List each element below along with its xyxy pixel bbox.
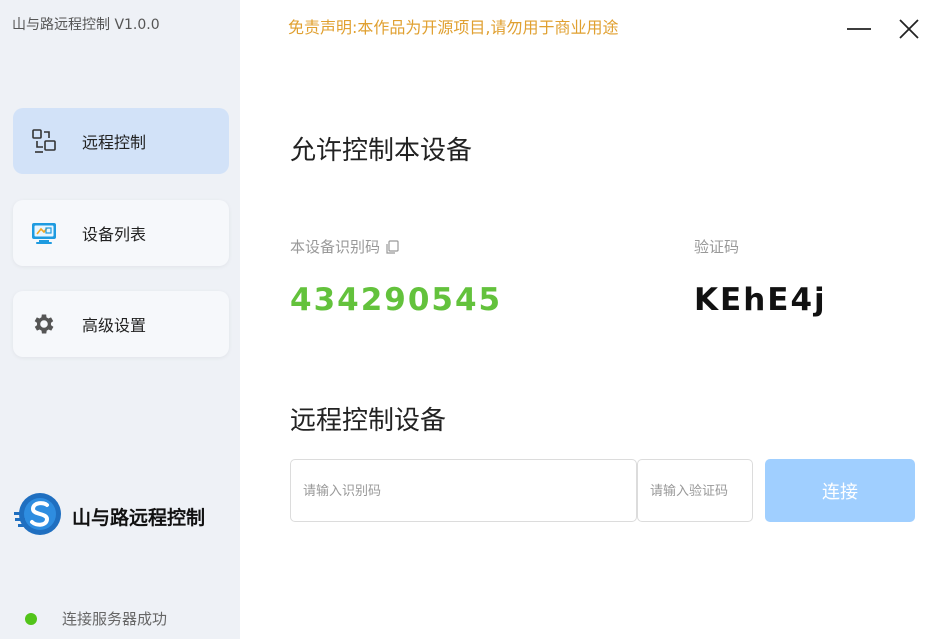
sidebar-item-device-list[interactable]: 设备列表 [13,200,229,266]
sidebar-item-label: 高级设置 [82,316,147,335]
disclaimer: 免责声明:本作品为开源项目,请勿用于商业用途 [288,18,619,37]
minimize-icon [847,28,871,30]
brand-name: 山与路远程控制 [72,506,206,529]
sidebar-item-label: 远程控制 [82,133,147,152]
remote-control-icon [30,127,58,155]
app-title: 山与路远程控制 V1.0.0 [12,17,160,33]
brand: 山与路远程控制 [12,490,205,542]
connection-status: 连接服务器成功 [25,608,167,629]
verify-code-input[interactable] [637,459,753,522]
status-dot-icon [25,612,37,625]
sidebar-item-remote-control[interactable]: 远程控制 [13,108,229,174]
device-id-value: 434290545 [290,282,503,318]
connect-button[interactable]: 连接 [765,459,915,522]
copy-icon[interactable] [384,239,400,255]
close-button[interactable] [896,16,922,42]
remote-control-title: 远程控制设备 [290,406,447,436]
minimize-button[interactable] [846,16,872,42]
sidebar-item-label: 设备列表 [82,225,147,244]
device-id-label: 本设备识别码 [290,238,381,256]
verify-code-value: KEhE4j [694,282,827,318]
allow-control-title: 允许控制本设备 [290,136,473,166]
close-icon [899,19,919,39]
device-id-label-row: 本设备识别码 [290,236,400,257]
status-text: 连接服务器成功 [62,610,168,628]
monitor-icon [30,219,58,247]
gear-icon [30,310,58,338]
device-id-input[interactable] [290,459,637,522]
sidebar: 山与路远程控制 V1.0.0 远程控制 设备列表 高级设置 山与路远程控制 连接… [0,0,240,639]
verify-code-label: 验证码 [694,238,740,256]
sidebar-item-advanced-settings[interactable]: 高级设置 [13,291,229,357]
brand-logo-icon [12,488,64,544]
